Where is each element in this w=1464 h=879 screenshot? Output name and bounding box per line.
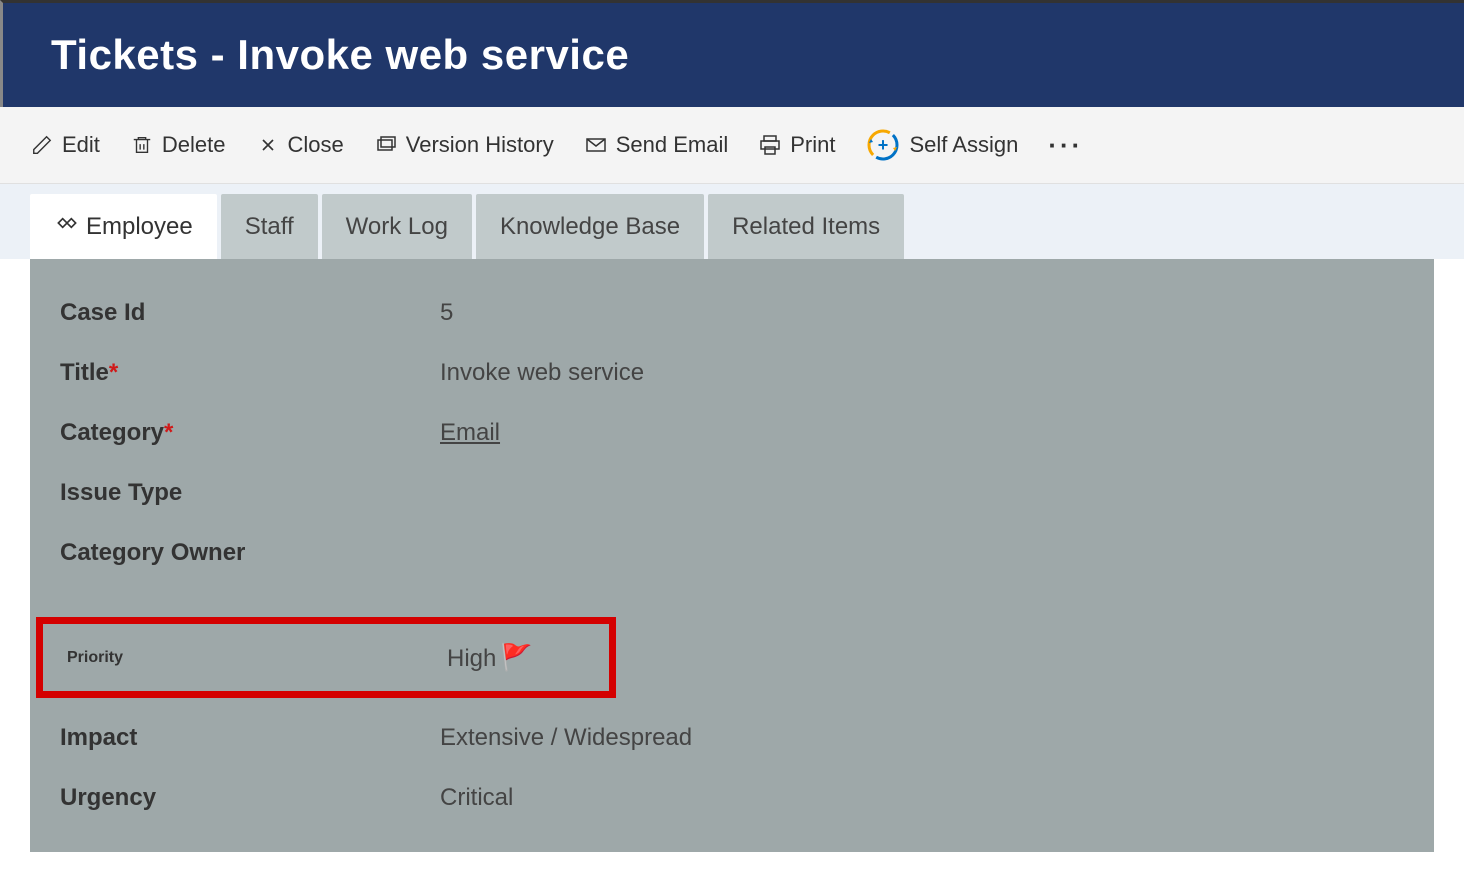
more-button[interactable]: ··· [1048,130,1083,161]
svg-text:+: + [878,135,889,155]
urgency-label: Urgency [60,784,440,812]
required-asterisk: * [109,359,118,386]
version-history-button[interactable]: Version History [374,132,554,158]
send-email-icon [584,133,608,157]
title-value: Invoke web service [440,359,644,387]
category-value[interactable]: Email [440,419,500,447]
tab-staff[interactable]: Staff [221,194,318,259]
close-label: Close [288,132,344,158]
send-email-label: Send Email [616,132,729,158]
more-icon: ··· [1048,130,1083,161]
tab-employee-label: Employee [86,213,193,241]
field-title: Title* Invoke web service [60,359,1404,387]
self-assign-icon: + [865,127,901,163]
close-button[interactable]: Close [256,132,344,158]
category-owner-label: Category Owner [60,539,440,567]
tabs: Employee Staff Work Log Knowledge Base R… [30,194,1434,259]
flag-icon: 🚩 [500,642,532,672]
close-icon [256,133,280,157]
tab-work-log[interactable]: Work Log [322,194,472,259]
title-label: Title* [60,359,440,387]
case-id-value: 5 [440,299,453,327]
field-impact: Impact Extensive / Widespread [60,724,1404,752]
tab-employee[interactable]: Employee [30,194,217,259]
tab-knowledge-base[interactable]: Knowledge Base [476,194,704,259]
content-panel: Case Id 5 Title* Invoke web service Cate… [30,259,1434,852]
urgency-value: Critical [440,784,513,812]
issue-type-label: Issue Type [60,479,440,507]
send-email-button[interactable]: Send Email [584,132,729,158]
category-label: Category* [60,419,440,447]
tab-staff-label: Staff [245,213,294,241]
toolbar: Edit Delete Close Version History Send E… [0,107,1464,184]
edit-button[interactable]: Edit [30,132,100,158]
tabs-container: Employee Staff Work Log Knowledge Base R… [0,184,1464,259]
field-issue-type: Issue Type [60,479,1404,507]
self-assign-label: Self Assign [909,132,1018,158]
delete-icon [130,133,154,157]
edit-label: Edit [62,132,100,158]
field-urgency: Urgency Critical [60,784,1404,812]
print-label: Print [790,132,835,158]
priority-label: Priority [67,649,447,667]
tab-related-items[interactable]: Related Items [708,194,904,259]
self-assign-button[interactable]: + Self Assign [865,127,1018,163]
case-id-label: Case Id [60,299,440,327]
page-header: Tickets - Invoke web service [0,0,1464,107]
tab-related-items-label: Related Items [732,213,880,241]
print-icon [758,133,782,157]
delete-label: Delete [162,132,226,158]
field-category: Category* Email [60,419,1404,447]
edit-icon [30,133,54,157]
page-title: Tickets - Invoke web service [51,31,1416,79]
impact-value: Extensive / Widespread [440,724,692,752]
priority-highlight: Priority High🚩 [36,617,616,698]
tab-work-log-label: Work Log [346,213,448,241]
delete-button[interactable]: Delete [130,132,226,158]
priority-value: High🚩 [447,642,533,673]
field-category-owner: Category Owner [60,539,1404,567]
version-history-label: Version History [406,132,554,158]
impact-label: Impact [60,724,440,752]
field-case-id: Case Id 5 [60,299,1404,327]
handshake-icon [54,210,80,243]
version-history-icon [374,133,398,157]
required-asterisk: * [164,419,173,446]
print-button[interactable]: Print [758,132,835,158]
tab-knowledge-base-label: Knowledge Base [500,213,680,241]
